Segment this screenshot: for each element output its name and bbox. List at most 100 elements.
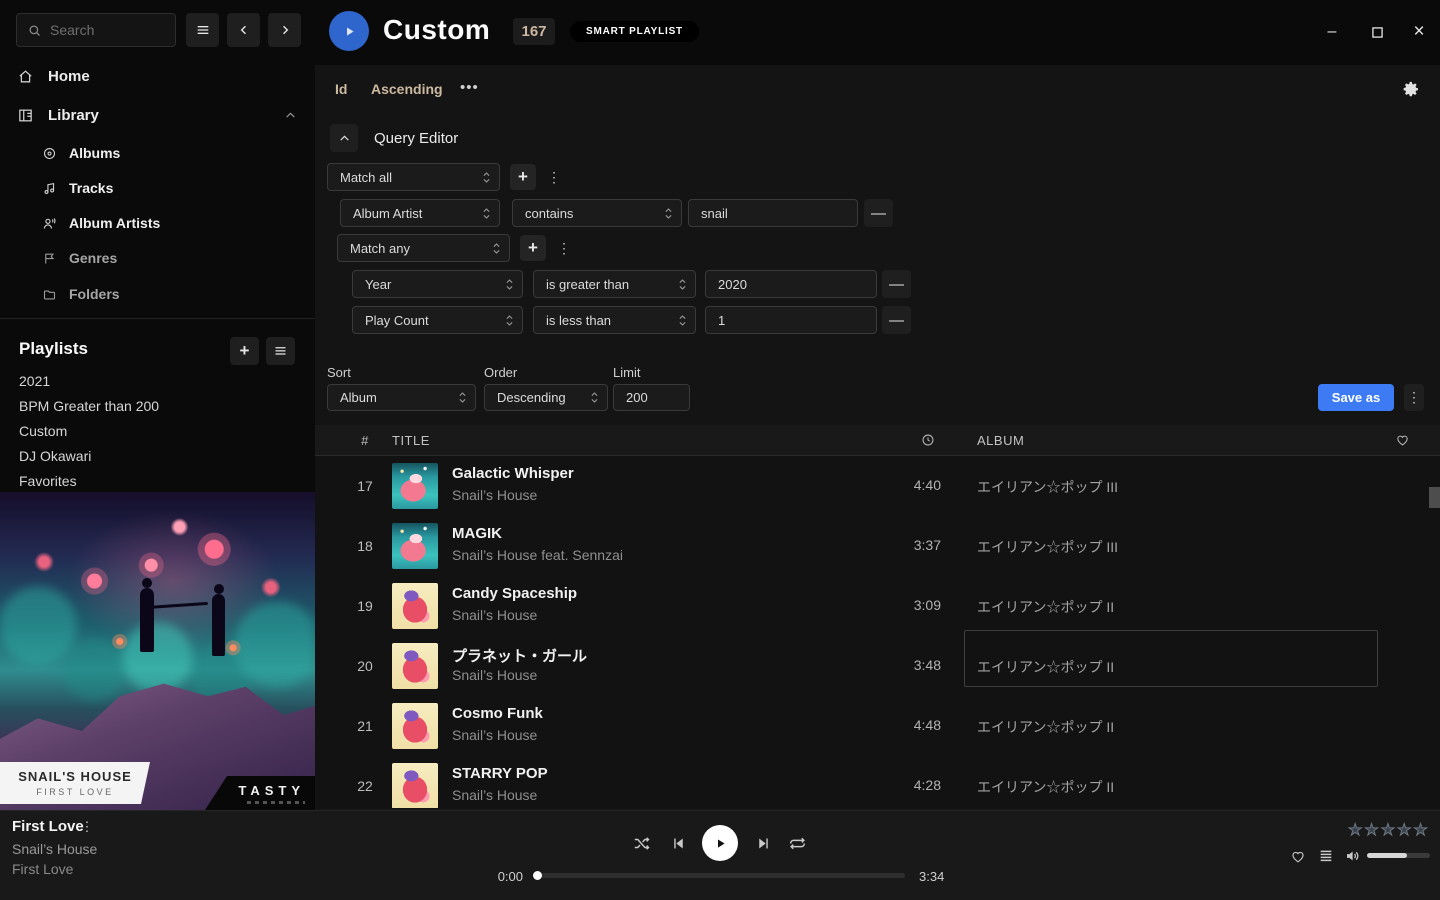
star-icon[interactable]: ★ <box>1348 820 1362 840</box>
menu-button[interactable] <box>186 13 219 47</box>
repeat-button[interactable] <box>786 832 808 854</box>
group1-menu-button[interactable]: ⋮ <box>546 164 562 190</box>
settings-button[interactable] <box>1402 80 1421 99</box>
select-arrows-icon <box>505 278 514 291</box>
playlist-list-button[interactable] <box>266 337 295 365</box>
now-playing-album: First Love <box>12 861 73 877</box>
minimize-icon: – <box>1328 23 1337 41</box>
queue-button[interactable] <box>1317 847 1335 865</box>
group1-match-select[interactable]: Match all <box>327 163 500 191</box>
elapsed-time: 0:00 <box>485 869 523 884</box>
now-playing-menu-button[interactable]: ⋮ <box>80 818 94 836</box>
star-icon[interactable]: ★ <box>1381 820 1395 840</box>
sidebar-item-album-artists[interactable]: Album Artists <box>42 212 160 234</box>
sidebar-item-tracks[interactable]: Tracks <box>42 177 113 199</box>
sidebar-item-albums[interactable]: Albums <box>42 142 120 164</box>
library-icon <box>17 107 34 124</box>
scrollbar-thumb[interactable] <box>1429 487 1440 508</box>
group2-add-rule-button[interactable]: + <box>520 235 546 261</box>
group2-match-select[interactable]: Match any <box>337 234 510 262</box>
playlist-item-custom[interactable]: Custom <box>19 423 67 439</box>
toolbar-more-button[interactable]: ••• <box>460 79 479 96</box>
rule2-remove-button[interactable]: — <box>882 270 911 298</box>
rule3-value-input[interactable]: 1 <box>705 306 877 334</box>
order-select[interactable]: Descending <box>484 384 608 411</box>
playlist-item-2021[interactable]: 2021 <box>19 373 50 389</box>
header-number: # <box>340 425 390 455</box>
queue-icon <box>1318 848 1334 864</box>
previous-button[interactable] <box>668 833 688 853</box>
limit-input[interactable]: 200 <box>613 384 690 411</box>
playlist-item-bpm[interactable]: BPM Greater than 200 <box>19 398 159 414</box>
table-row[interactable]: 19 Candy Spaceship Snail’s House 3:09 エイ… <box>315 576 1440 636</box>
chevron-left-icon <box>237 23 251 37</box>
sidebar-item-label: Folders <box>69 286 120 302</box>
rule1-value-input[interactable]: snail <box>688 199 858 227</box>
window-minimize-button[interactable]: – <box>1317 17 1347 47</box>
track-duration: 3:37 <box>885 537 941 553</box>
playlist-item-favorites[interactable]: Favorites <box>19 473 77 489</box>
seek-bar-thumb[interactable] <box>533 871 542 880</box>
rule2-value-input[interactable]: 2020 <box>705 270 877 298</box>
star-icon[interactable]: ★ <box>1413 820 1427 840</box>
shuffle-button[interactable] <box>630 832 652 854</box>
play-icon <box>713 836 728 851</box>
rule1-field-select[interactable]: Album Artist <box>340 199 500 227</box>
search-input[interactable] <box>50 22 165 38</box>
save-menu-button[interactable]: ⋮ <box>1404 384 1424 411</box>
sort-direction-button[interactable]: Ascending <box>371 81 443 97</box>
play-pause-button[interactable] <box>702 825 738 861</box>
back-button[interactable] <box>227 13 260 47</box>
rule2-field-select[interactable]: Year <box>352 270 523 298</box>
sort-field-button[interactable]: Id <box>335 81 347 97</box>
rule3-remove-button[interactable]: — <box>882 306 911 334</box>
star-icon[interactable]: ★ <box>1364 820 1378 840</box>
window-maximize-button[interactable] <box>1362 17 1392 47</box>
select-arrows-icon <box>482 207 491 220</box>
plus-icon: + <box>240 341 250 361</box>
rule1-operator-select[interactable]: contains <box>512 199 682 227</box>
favorite-button[interactable] <box>1289 847 1307 865</box>
rule3-operator-select[interactable]: is less than <box>533 306 696 334</box>
sidebar-item-home[interactable]: Home <box>17 64 90 88</box>
sidebar-item-label: Home <box>48 68 90 85</box>
clock-icon <box>921 433 935 447</box>
track-artist: Snail’s House <box>452 607 537 623</box>
rule1-remove-button[interactable]: — <box>864 199 893 227</box>
select-arrows-icon <box>505 314 514 327</box>
sidebar-item-genres[interactable]: Genres <box>42 247 117 269</box>
minus-icon: — <box>889 312 904 329</box>
group2-menu-button[interactable]: ⋮ <box>556 235 572 261</box>
window-close-button[interactable]: × <box>1404 17 1434 47</box>
star-icon[interactable]: ★ <box>1397 820 1411 840</box>
chevron-up-icon[interactable] <box>284 109 297 122</box>
seek-bar[interactable] <box>535 873 905 878</box>
forward-button[interactable] <box>268 13 301 47</box>
table-row[interactable]: 20 プラネット・ガール Snail’s House 3:48 エイリアン☆ポッ… <box>315 636 1440 696</box>
sidebar-item-folders[interactable]: Folders <box>42 283 120 305</box>
tracks-icon <box>42 181 57 196</box>
track-number: 21 <box>340 696 390 756</box>
save-as-button[interactable]: Save as <box>1318 384 1394 411</box>
record-label-subtext <box>247 801 305 804</box>
add-playlist-button[interactable]: + <box>230 337 259 365</box>
table-row[interactable]: 22 STARRY POP Snail’s House 4:28 エイリアン☆ポ… <box>315 756 1440 808</box>
rule3-field-select[interactable]: Play Count <box>352 306 523 334</box>
sort-select[interactable]: Album <box>327 384 476 411</box>
table-row[interactable]: 21 Cosmo Funk Snail’s House 4:48 エイリアン☆ポ… <box>315 696 1440 756</box>
plus-icon: + <box>528 238 538 258</box>
playlist-item-dj-okawari[interactable]: DJ Okawari <box>19 448 91 464</box>
table-row[interactable]: 18 MAGIK Snail’s House feat. Sennzai 3:3… <box>315 516 1440 576</box>
group1-add-rule-button[interactable]: + <box>510 164 536 190</box>
play-playlist-button[interactable] <box>329 11 369 51</box>
table-row[interactable]: 17 Galactic Whisper Snail’s House 4:40 エ… <box>315 456 1440 516</box>
search-box[interactable] <box>16 13 176 47</box>
rule3-operator-value: is less than <box>546 313 611 328</box>
sidebar-item-library[interactable]: Library <box>17 103 297 127</box>
query-editor-collapse-button[interactable] <box>330 124 358 152</box>
header-favorite <box>1395 425 1410 455</box>
next-button[interactable] <box>753 833 773 853</box>
volume-button[interactable] <box>1343 846 1363 866</box>
rule2-operator-select[interactable]: is greater than <box>533 270 696 298</box>
album-art-banner: SNAIL'S HOUSE FIRST LOVE <box>0 762 150 804</box>
